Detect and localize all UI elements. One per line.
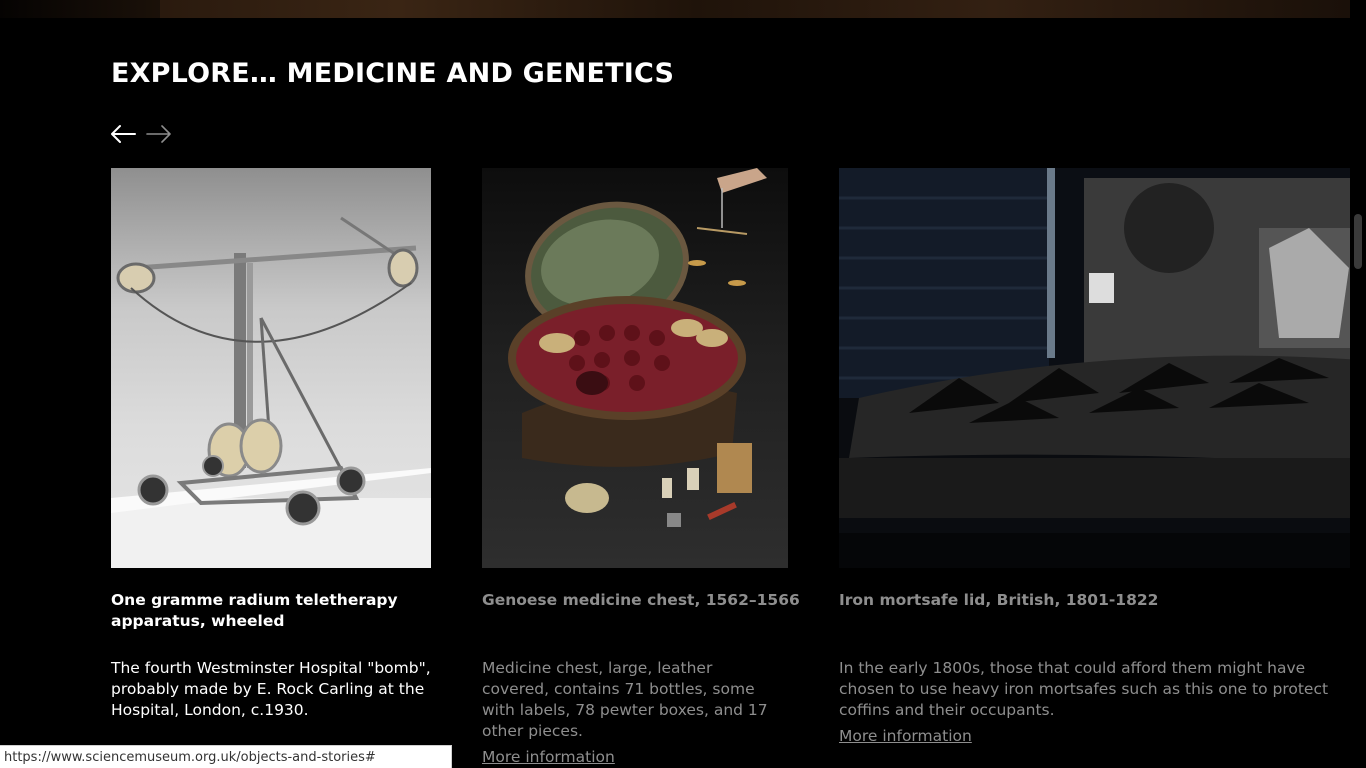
card-image-teletherapy[interactable]	[111, 168, 431, 568]
card-image-medicine-chest[interactable]	[482, 168, 788, 568]
more-information-link[interactable]: More information	[839, 727, 972, 745]
card-description: The fourth Westminster Hospital "bomb", …	[111, 659, 431, 719]
more-information-link[interactable]: More information	[482, 748, 615, 766]
card-title[interactable]: Iron mortsafe lid, British, 1801-1822	[839, 590, 1350, 611]
arrow-right-icon	[145, 120, 173, 148]
card-description: In the early 1800s, those that could aff…	[839, 659, 1329, 719]
card-description: Medicine chest, large, leather covered, …	[482, 659, 768, 740]
carousel-card[interactable]: Genoese medicine chest, 1562–1566 Medici…	[482, 168, 800, 766]
scrollbar-thumb[interactable]	[1354, 214, 1362, 269]
hero-image-bottom-edge	[0, 0, 1366, 18]
card-image-mortsafe[interactable]	[839, 168, 1350, 568]
carousel-card[interactable]: Iron mortsafe lid, British, 1801-1822 In…	[839, 168, 1350, 745]
card-title[interactable]: One gramme radium teletherapy apparatus,…	[111, 590, 411, 632]
carousel-next-button[interactable]	[145, 120, 173, 148]
carousel-card[interactable]: One gramme radium teletherapy apparatus,…	[111, 168, 431, 719]
carousel-prev-button[interactable]	[109, 120, 137, 148]
carousel: One gramme radium teletherapy apparatus,…	[0, 168, 1350, 768]
browser-status-bar: https://www.sciencemuseum.org.uk/objects…	[0, 745, 452, 768]
page-scrollbar[interactable]	[1350, 0, 1366, 768]
hero-image-strip	[160, 0, 1350, 18]
section-title: EXPLORE… MEDICINE AND GENETICS	[111, 58, 675, 89]
arrow-left-icon	[109, 120, 137, 148]
card-title[interactable]: Genoese medicine chest, 1562–1566	[482, 590, 800, 611]
